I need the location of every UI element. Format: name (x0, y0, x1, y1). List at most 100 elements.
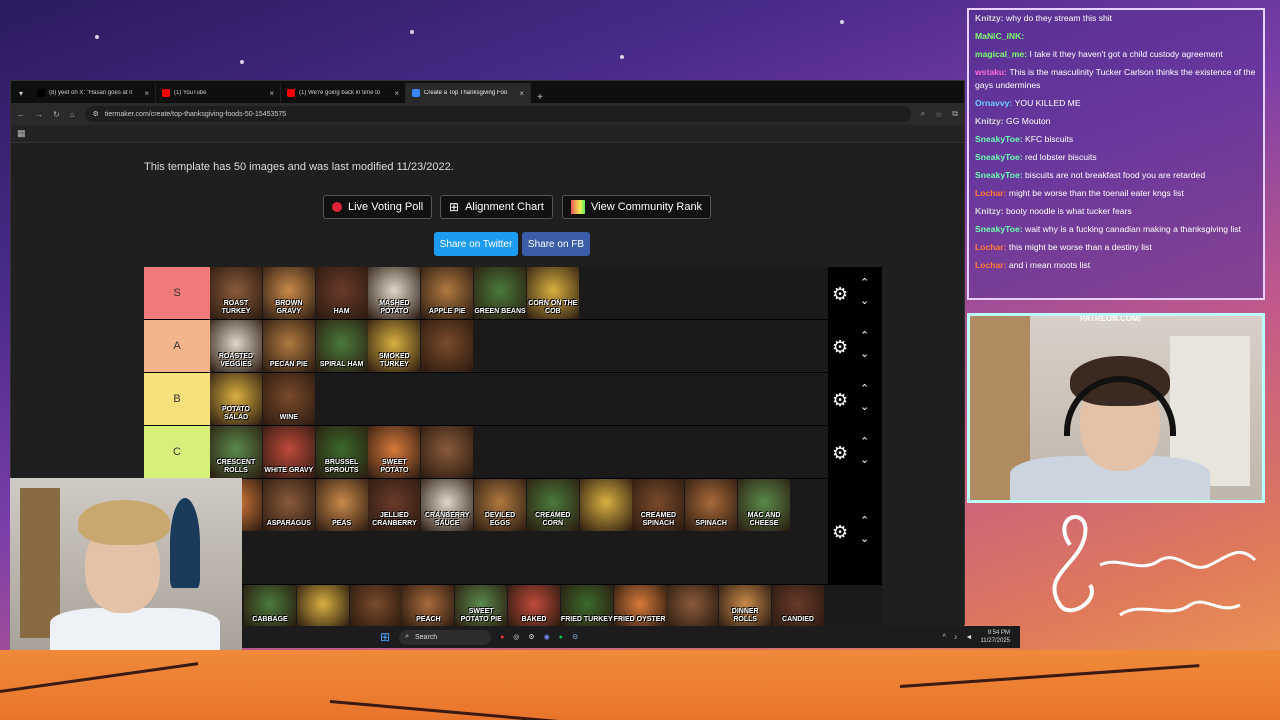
tier-label[interactable]: S (144, 267, 210, 319)
tier-item-image[interactable]: SWEET POTATO (368, 426, 421, 478)
chat-username[interactable]: Knitzy: (975, 116, 1006, 126)
browser-tab[interactable]: (1) YouTube × (156, 83, 281, 103)
taskbar-search[interactable]: ⌕ Search (399, 629, 492, 645)
chat-username[interactable]: wstaku: (975, 67, 1009, 77)
move-up-chevron-icon[interactable]: ⌃ (860, 330, 869, 341)
browser-tab[interactable]: (8) yeet on X: "Hasan goes at it × (31, 83, 156, 103)
pool-item-image[interactable]: SWEET POTATO PIE (455, 585, 508, 626)
pool-item-image[interactable] (296, 585, 349, 626)
site-info-icon[interactable]: ⚙ (93, 110, 99, 118)
tier-item-image[interactable]: CRANBERRY SAUCE (421, 479, 474, 531)
pool-item-image[interactable]: PEACH (402, 585, 455, 626)
pool-item-image[interactable]: FRIED TURKEY (560, 585, 613, 626)
chat-username[interactable]: Ornavvy: (975, 98, 1015, 108)
move-up-chevron-icon[interactable]: ⌃ (860, 436, 869, 447)
move-down-chevron-icon[interactable]: ⌄ (860, 348, 869, 359)
tab-search-icon[interactable]: ▾ (11, 83, 31, 103)
app-icon[interactable]: ◎ (513, 633, 519, 641)
pool-item-image[interactable] (349, 585, 402, 626)
tier-settings-gear-icon[interactable]: ⚙ (832, 523, 850, 541)
zoom-icon[interactable]: ⌕ (921, 109, 925, 119)
tier-item-image[interactable]: CRESCENT ROLLS (210, 426, 262, 478)
tier-label[interactable]: C (144, 426, 210, 478)
tier-item-image[interactable]: BRUSSEL SPROUTS (315, 426, 368, 478)
tab-close-icon[interactable]: × (269, 89, 274, 98)
tier-settings-gear-icon[interactable]: ⚙ (832, 285, 850, 303)
browser-tab[interactable]: (1) We're going back in time to × (281, 83, 406, 103)
extensions-icon[interactable]: ⧉ (952, 109, 958, 119)
move-down-chevron-icon[interactable]: ⌄ (860, 401, 869, 412)
microphone-icon[interactable]: ♪ (954, 634, 958, 641)
move-up-chevron-icon[interactable]: ⌃ (860, 516, 869, 527)
url-input[interactable]: ⚙ tiermaker.com/create/top-thanksgiving-… (84, 106, 911, 122)
chat-username[interactable]: Lochar: (975, 242, 1009, 252)
tier-item-image[interactable]: SPINACH (685, 479, 738, 531)
pool-item-image[interactable]: CABBAGE (244, 585, 296, 626)
chat-username[interactable]: Knitzy: (975, 13, 1006, 23)
chat-username[interactable]: SneakyToe: (975, 170, 1025, 180)
tab-close-icon[interactable]: × (519, 89, 524, 98)
chat-username[interactable]: Knitzy: (975, 206, 1006, 216)
tier-settings-gear-icon[interactable]: ⚙ (832, 338, 850, 356)
back-icon[interactable]: ← (17, 110, 25, 119)
volume-icon[interactable]: ◄ (965, 634, 972, 641)
browser-tab[interactable]: Create a Top Thanksgiving Foo × (406, 83, 531, 103)
tab-close-icon[interactable]: × (144, 89, 149, 98)
tier-label[interactable]: A (144, 320, 210, 372)
move-up-chevron-icon[interactable]: ⌃ (860, 383, 869, 394)
alignment-chart-button[interactable]: ⊞ Alignment Chart (440, 195, 553, 219)
chrome-icon[interactable]: ● (500, 634, 504, 641)
steam-icon[interactable]: ⚙ (528, 633, 534, 641)
share-fb-button[interactable]: Share on FB (522, 232, 590, 256)
home-icon[interactable]: ⌂ (70, 110, 75, 119)
chat-username[interactable]: SneakyToe: (975, 152, 1025, 162)
tier-item-image[interactable]: GREEN BEANS (474, 267, 526, 319)
move-down-chevron-icon[interactable]: ⌄ (860, 534, 869, 545)
tier-item-image[interactable]: WINE (262, 373, 315, 425)
chat-username[interactable]: Lochar: (975, 188, 1009, 198)
discord-icon[interactable]: ◉ (544, 633, 550, 641)
tier-item-image[interactable]: APPLE PIE (421, 267, 474, 319)
reload-icon[interactable]: ↻ (53, 110, 60, 119)
tier-item-image[interactable]: BROWN GRAVY (262, 267, 315, 319)
tier-item-image[interactable]: WHITE GRAVY (262, 426, 315, 478)
tier-item-image[interactable]: MAC AND CHEESE (738, 479, 790, 531)
chat-username[interactable]: Lochar: (975, 260, 1009, 270)
tier-item-image[interactable]: CREAMED SPINACH (632, 479, 685, 531)
pool-item-image[interactable]: FRIED OYSTER (613, 585, 666, 626)
pool-item-image[interactable]: CANDIED (772, 585, 824, 626)
new-tab-button[interactable]: + (531, 92, 549, 103)
tab-close-icon[interactable]: × (394, 89, 399, 98)
windows-start-icon[interactable]: ⊞ (380, 630, 390, 644)
tier-item-image[interactable]: PECAN PIE (262, 320, 315, 372)
live-voting-button[interactable]: Live Voting Poll (323, 195, 433, 219)
tier-item-image[interactable] (579, 479, 632, 531)
tier-item-image[interactable]: POTATO SALAD (210, 373, 262, 425)
pool-item-image[interactable]: DINNER ROLLS (719, 585, 772, 626)
spotify-icon[interactable]: ● (559, 634, 563, 641)
move-up-chevron-icon[interactable]: ⌃ (860, 277, 869, 288)
tier-settings-gear-icon[interactable]: ⚙ (832, 444, 850, 462)
chat-username[interactable]: SneakyToe: (975, 224, 1025, 234)
tier-item-image[interactable] (421, 320, 474, 372)
settings-icon[interactable]: ⚙ (572, 633, 578, 641)
tier-item-image[interactable]: ASPARAGUS (262, 479, 315, 531)
chat-username[interactable]: MaNiC_iNK: (975, 31, 1024, 41)
pool-item-image[interactable] (666, 585, 719, 626)
tier-item-image[interactable]: CREAMED CORN (526, 479, 579, 531)
forward-icon[interactable]: → (35, 110, 43, 119)
pool-item-image[interactable]: BAKED (508, 585, 560, 626)
tier-item-image[interactable]: ROASTED VEGGIES (210, 320, 262, 372)
community-rank-button[interactable]: View Community Rank (562, 195, 712, 219)
tier-item-image[interactable] (421, 426, 474, 478)
tier-item-image[interactable]: SPIRAL HAM (315, 320, 368, 372)
tray-chevron-icon[interactable]: ^ (943, 634, 946, 641)
move-down-chevron-icon[interactable]: ⌄ (860, 295, 869, 306)
apps-grid-icon[interactable]: ▦ (17, 128, 26, 139)
tier-settings-gear-icon[interactable]: ⚙ (832, 391, 850, 409)
move-down-chevron-icon[interactable]: ⌄ (860, 454, 869, 465)
tier-item-image[interactable]: DEVILED EGGS (474, 479, 526, 531)
bookmark-star-icon[interactable]: ☆ (935, 110, 942, 119)
tier-item-image[interactable]: CORN ON THE COB (526, 267, 579, 319)
share-twitter-button[interactable]: Share on Twitter (434, 232, 518, 256)
